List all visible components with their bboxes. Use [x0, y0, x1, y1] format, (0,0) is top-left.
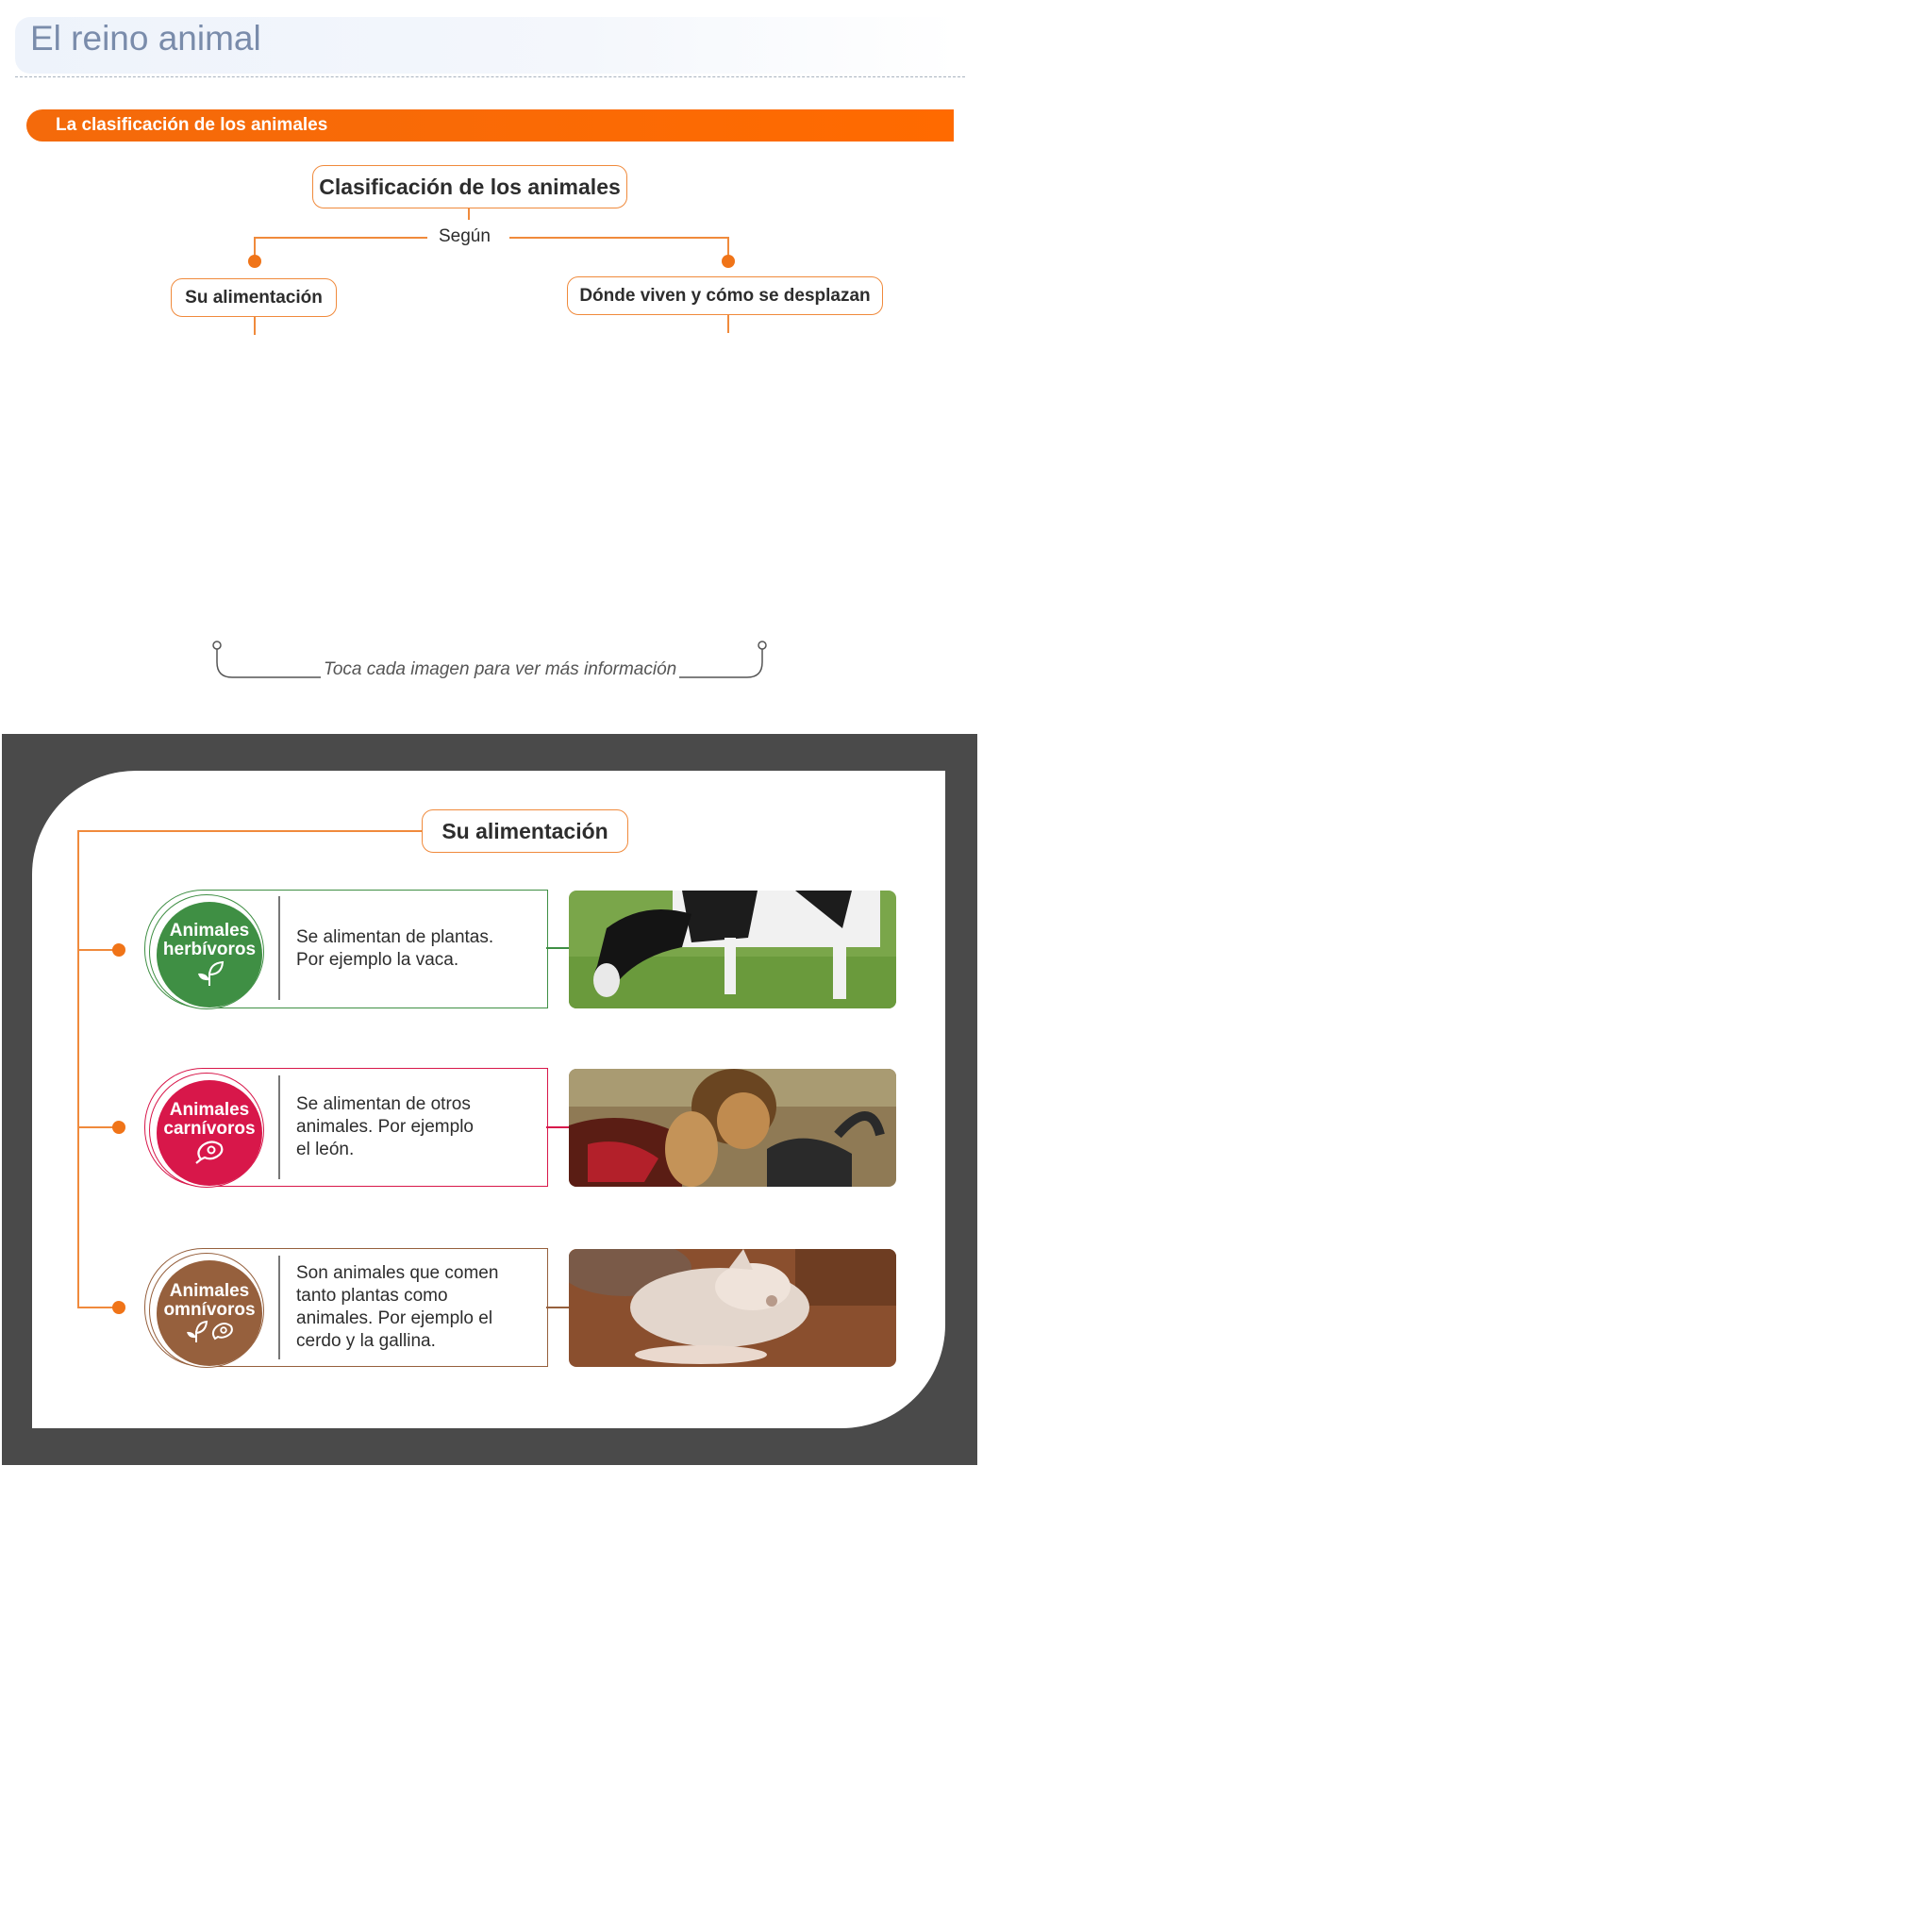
leaf-icon — [198, 960, 225, 986]
row1-divider — [278, 896, 280, 1000]
branch-right-dot — [722, 255, 735, 268]
title-divider — [15, 76, 965, 77]
carnivores-badge-line1: Animales — [169, 1100, 250, 1120]
carnivores-badge-line2: carnívoros — [163, 1119, 256, 1139]
carnivores-text-line3: el león. — [296, 1140, 355, 1159]
root-connector — [468, 208, 470, 220]
row3-image-connector — [546, 1307, 569, 1308]
herbivores-text-line1: Se alimentan de plantas. — [296, 927, 494, 947]
omnivores-badge-line1: Animales — [169, 1281, 250, 1301]
omnivores-badge-line2: omnívoros — [163, 1300, 256, 1320]
omnivores-text-line2: tanto plantas como — [296, 1286, 448, 1306]
lions-eating-photo[interactable] — [569, 1069, 896, 1187]
page-title: El reino animal — [30, 19, 261, 58]
diagram-left-node[interactable]: Su alimentación — [171, 278, 337, 317]
branch-left-dot — [248, 255, 261, 268]
carnivores-text-line1: Se alimentan de otros — [296, 1094, 471, 1114]
left-node-tail — [254, 316, 256, 335]
row3-dot — [112, 1301, 125, 1314]
row1-image-connector — [546, 947, 569, 949]
row2-dot — [112, 1121, 125, 1134]
hint-text: Toca cada imagen para ver más informació… — [324, 659, 677, 679]
row1-dot — [112, 943, 125, 957]
omnivores-badge: Animales omnívoros — [157, 1260, 262, 1366]
section-header-label: La clasificación de los animales — [56, 115, 328, 135]
cow-grazing-photo[interactable] — [569, 891, 896, 1008]
omnivores-text-line3: animales. Por ejemplo el — [296, 1308, 493, 1328]
pig-in-mud-photo[interactable] — [569, 1249, 896, 1367]
carnivores-badge: Animales carnívoros — [157, 1080, 262, 1186]
row2-divider — [278, 1075, 280, 1179]
panel-trunk — [77, 830, 79, 1308]
row2-image-connector — [546, 1126, 569, 1128]
omnivores-text-line1: Son animales que comen — [296, 1263, 499, 1283]
branch-left-v — [254, 237, 256, 256]
herbivores-badge-line1: Animales — [169, 921, 250, 941]
carnivores-description: Se alimentan de otros animales. Por ejem… — [296, 1093, 474, 1161]
carnivores-text-line2: animales. Por ejemplo — [296, 1117, 474, 1137]
leaf-and-meat-icon — [187, 1320, 233, 1342]
connector-label: Según — [439, 226, 491, 246]
herbivores-description: Se alimentan de plantas. Por ejemplo la … — [296, 926, 493, 972]
herbivores-badge: Animales herbívoros — [157, 902, 262, 1008]
right-node-tail — [727, 314, 729, 333]
branch-right-h — [509, 237, 729, 239]
panel-title: Su alimentación — [422, 809, 628, 853]
herbivores-badge-line2: herbívoros — [162, 940, 257, 959]
meat-icon — [195, 1141, 224, 1164]
branch-left-h — [254, 237, 427, 239]
omnivores-description: Son animales que comen tanto plantas com… — [296, 1262, 498, 1353]
section-header: La clasificación de los animales — [26, 109, 954, 142]
diagram-root: Clasificación de los animales — [312, 165, 627, 208]
row3-divider — [278, 1256, 280, 1359]
branch-right-v — [727, 237, 729, 256]
diagram-right-node[interactable]: Dónde viven y cómo se desplazan — [567, 276, 883, 315]
panel-trunk-top — [77, 830, 423, 832]
herbivores-text-line2: Por ejemplo la vaca. — [296, 950, 459, 970]
omnivores-text-line4: cerdo y la gallina. — [296, 1331, 436, 1351]
